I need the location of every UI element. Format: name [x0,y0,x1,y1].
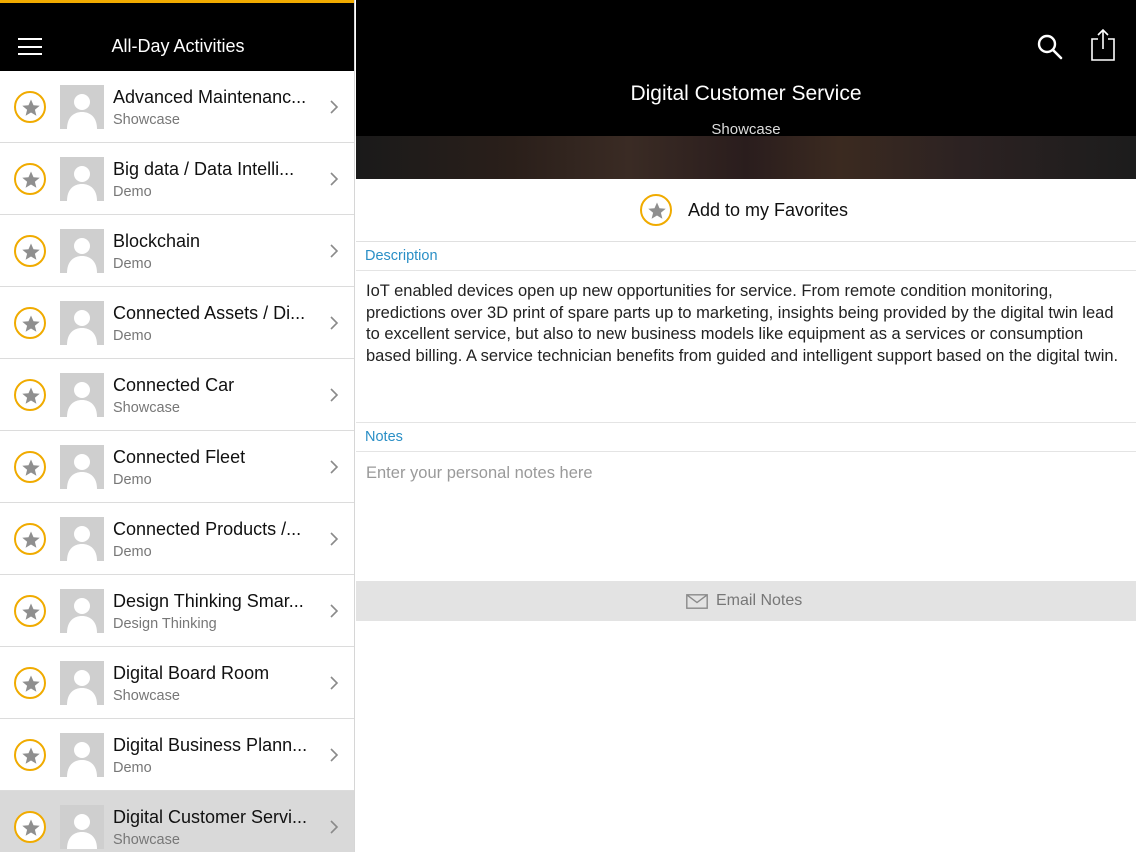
list-item[interactable]: Design Thinking Smar... Design Thinking [0,575,354,647]
list-item-subtitle: Design Thinking [113,616,217,632]
list-item-subtitle: Demo [113,760,152,776]
add-to-favorites-button[interactable]: Add to my Favorites [356,179,1136,242]
chevron-right-icon [330,532,339,546]
chevron-right-icon [330,316,339,330]
chevron-right-icon [330,388,339,402]
list-item-subtitle: Showcase [113,400,180,416]
list-item-title: Connected Assets / Di... [113,303,306,323]
add-to-favorites-label: Add to my Favorites [688,200,849,220]
email-notes-button[interactable]: Email Notes [356,581,1136,621]
list-item[interactable]: Advanced Maintenanc... Showcase [0,71,354,143]
list-item[interactable]: Connected Products /... Demo [0,503,354,575]
star-icon[interactable] [14,379,46,411]
detail-subtitle: Showcase [711,121,781,138]
list-item[interactable]: Blockchain Demo [0,215,354,287]
list-item-title: Design Thinking Smar... [113,591,304,611]
description-label: Description [356,242,1136,271]
list-item[interactable]: Big data / Data Intelli... Demo [0,143,354,215]
list-item-subtitle: Demo [113,328,152,344]
detail-header: Digital Customer Service Showcase [356,0,1136,179]
search-icon[interactable] [1037,34,1063,60]
person-placeholder-icon [60,661,104,705]
star-icon[interactable] [14,163,46,195]
chevron-right-icon [330,244,339,258]
notes-input[interactable] [356,452,1136,581]
list-item-subtitle: Showcase [113,832,180,848]
list-item-title: Digital Board Room [113,663,270,683]
list-item[interactable]: Connected Car Showcase [0,359,354,431]
list-item[interactable]: Connected Assets / Di... Demo [0,287,354,359]
detail-pane: Digital Customer Service Showcase Add to… [356,0,1136,852]
person-placeholder-icon [60,733,104,777]
list-item-title: Big data / Data Intelli... [113,159,295,179]
list-item-subtitle: Showcase [113,688,180,704]
list-item-title: Digital Customer Servi... [113,807,308,827]
star-icon[interactable] [14,595,46,627]
list-item-title: Connected Products /... [113,519,302,539]
notes-label: Notes [356,423,1136,452]
person-placeholder-icon [60,805,104,849]
list-item-subtitle: Demo [113,472,152,488]
list-item-selected[interactable]: Digital Customer Servi... Showcase [0,791,354,852]
chevron-right-icon [330,100,339,114]
list-item-title: Advanced Maintenanc... [113,87,307,107]
list-item[interactable]: Digital Board Room Showcase [0,647,354,719]
chevron-right-icon [330,676,339,690]
person-placeholder-icon [60,373,104,417]
list-item-subtitle: Demo [113,256,152,272]
person-placeholder-icon [60,445,104,489]
list-item[interactable]: Connected Fleet Demo [0,431,354,503]
envelope-icon [686,594,708,609]
chevron-right-icon [330,604,339,618]
email-notes-label: Email Notes [716,592,803,609]
star-icon[interactable] [14,667,46,699]
star-icon[interactable] [640,194,672,226]
description-text: IoT enabled devices open up new opportun… [356,271,1136,423]
sidebar-title: All-Day Activities [111,36,245,56]
star-icon[interactable] [14,739,46,771]
person-placeholder-icon [60,229,104,273]
star-icon[interactable] [14,307,46,339]
star-icon[interactable] [14,451,46,483]
star-icon[interactable] [14,523,46,555]
activities-sidebar: All-Day Activities Advanced Maintenanc..… [0,0,355,852]
activity-list: Advanced Maintenanc... Showcase Big data… [0,71,354,852]
star-icon[interactable] [14,235,46,267]
person-placeholder-icon [60,85,104,129]
list-item-title: Connected Car [113,375,235,395]
list-item-subtitle: Demo [113,184,152,200]
star-icon[interactable] [14,91,46,123]
chevron-right-icon [330,460,339,474]
chevron-right-icon [330,172,339,186]
person-placeholder-icon [60,301,104,345]
detail-title: Digital Customer Service [630,82,862,105]
person-placeholder-icon [60,589,104,633]
star-icon[interactable] [14,811,46,843]
list-item[interactable]: Digital Business Plann... Demo [0,719,354,791]
share-icon[interactable] [1090,28,1116,62]
list-item-subtitle: Showcase [113,112,180,128]
list-item-title: Digital Business Plann... [113,735,308,755]
chevron-right-icon [330,820,339,834]
list-item-title: Blockchain [113,231,201,251]
person-placeholder-icon [60,157,104,201]
list-item-title: Connected Fleet [113,447,246,467]
list-item-subtitle: Demo [113,544,152,560]
sidebar-header: All-Day Activities [0,0,354,71]
person-placeholder-icon [60,517,104,561]
header-background-image [356,136,1136,179]
chevron-right-icon [330,748,339,762]
